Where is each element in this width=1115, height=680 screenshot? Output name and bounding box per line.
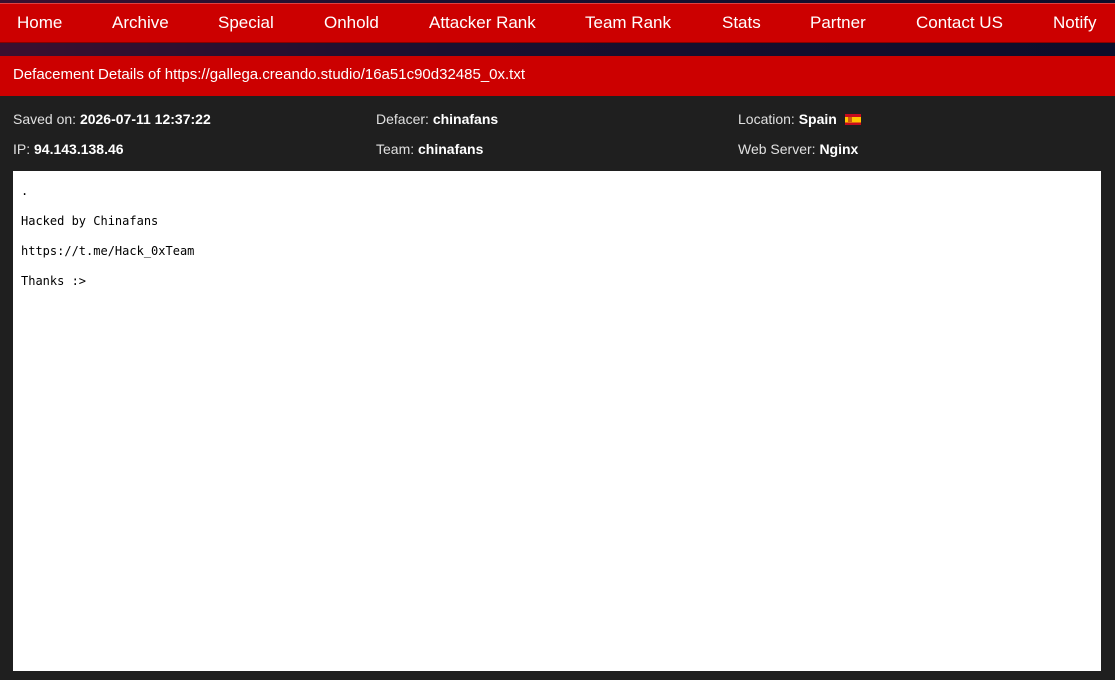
saved-on-label: Saved on: <box>13 111 77 127</box>
defacer-value[interactable]: chinafans <box>433 111 498 127</box>
ip-label: IP: <box>13 141 31 157</box>
defacement-content: . Hacked by Chinafans https://t.me/Hack_… <box>13 171 1101 671</box>
nav-item-special[interactable]: Special <box>218 4 274 44</box>
nav-item-stats[interactable]: Stats <box>722 4 761 44</box>
web-server-value: Nginx <box>819 141 859 157</box>
content-line: Hacked by Chinafans <box>21 214 159 228</box>
ip-field: IP: 94.143.138.46 <box>13 141 124 157</box>
page-title: Defacement Details of https://gallega.cr… <box>0 56 1115 96</box>
web-server-label: Web Server: <box>738 141 816 157</box>
nav-item-notify[interactable]: Notify <box>1053 4 1096 44</box>
spain-flag-icon <box>844 114 861 125</box>
nav-menu: Home Archive Special Onhold Attacker Ran… <box>0 3 1115 43</box>
location-value: Spain <box>798 111 837 127</box>
nav-item-team-rank[interactable]: Team Rank <box>585 4 671 44</box>
nav-item-contact-us[interactable]: Contact US <box>916 4 1003 44</box>
nav-item-attacker-rank[interactable]: Attacker Rank <box>429 4 536 44</box>
nav-item-home[interactable]: Home <box>17 4 62 44</box>
web-server-field: Web Server: Nginx <box>738 141 858 157</box>
saved-on-value: 2026-07-11 12:37:22 <box>79 111 211 127</box>
team-label: Team: <box>376 141 415 157</box>
ip-value: 94.143.138.46 <box>34 141 124 157</box>
location-label: Location: <box>738 111 795 127</box>
defacer-label: Defacer: <box>376 111 429 127</box>
nav-item-archive[interactable]: Archive <box>112 4 169 44</box>
team-field: Team: chinafans <box>376 141 483 157</box>
nav-item-onhold[interactable]: Onhold <box>324 4 379 44</box>
content-line: https://t.me/Hack_0xTeam <box>21 244 195 258</box>
content-line: . <box>21 184 29 198</box>
content-line: Thanks :> <box>21 274 87 288</box>
location-field: Location: Spain <box>738 111 861 127</box>
nav-bar: Home Archive Special Onhold Attacker Ran… <box>0 0 1115 56</box>
defacer-field: Defacer: chinafans <box>376 111 498 127</box>
team-value[interactable]: chinafans <box>418 141 483 157</box>
nav-item-partner[interactable]: Partner <box>810 4 866 44</box>
saved-on-field: Saved on: 2026-07-11 12:37:22 <box>13 111 211 127</box>
